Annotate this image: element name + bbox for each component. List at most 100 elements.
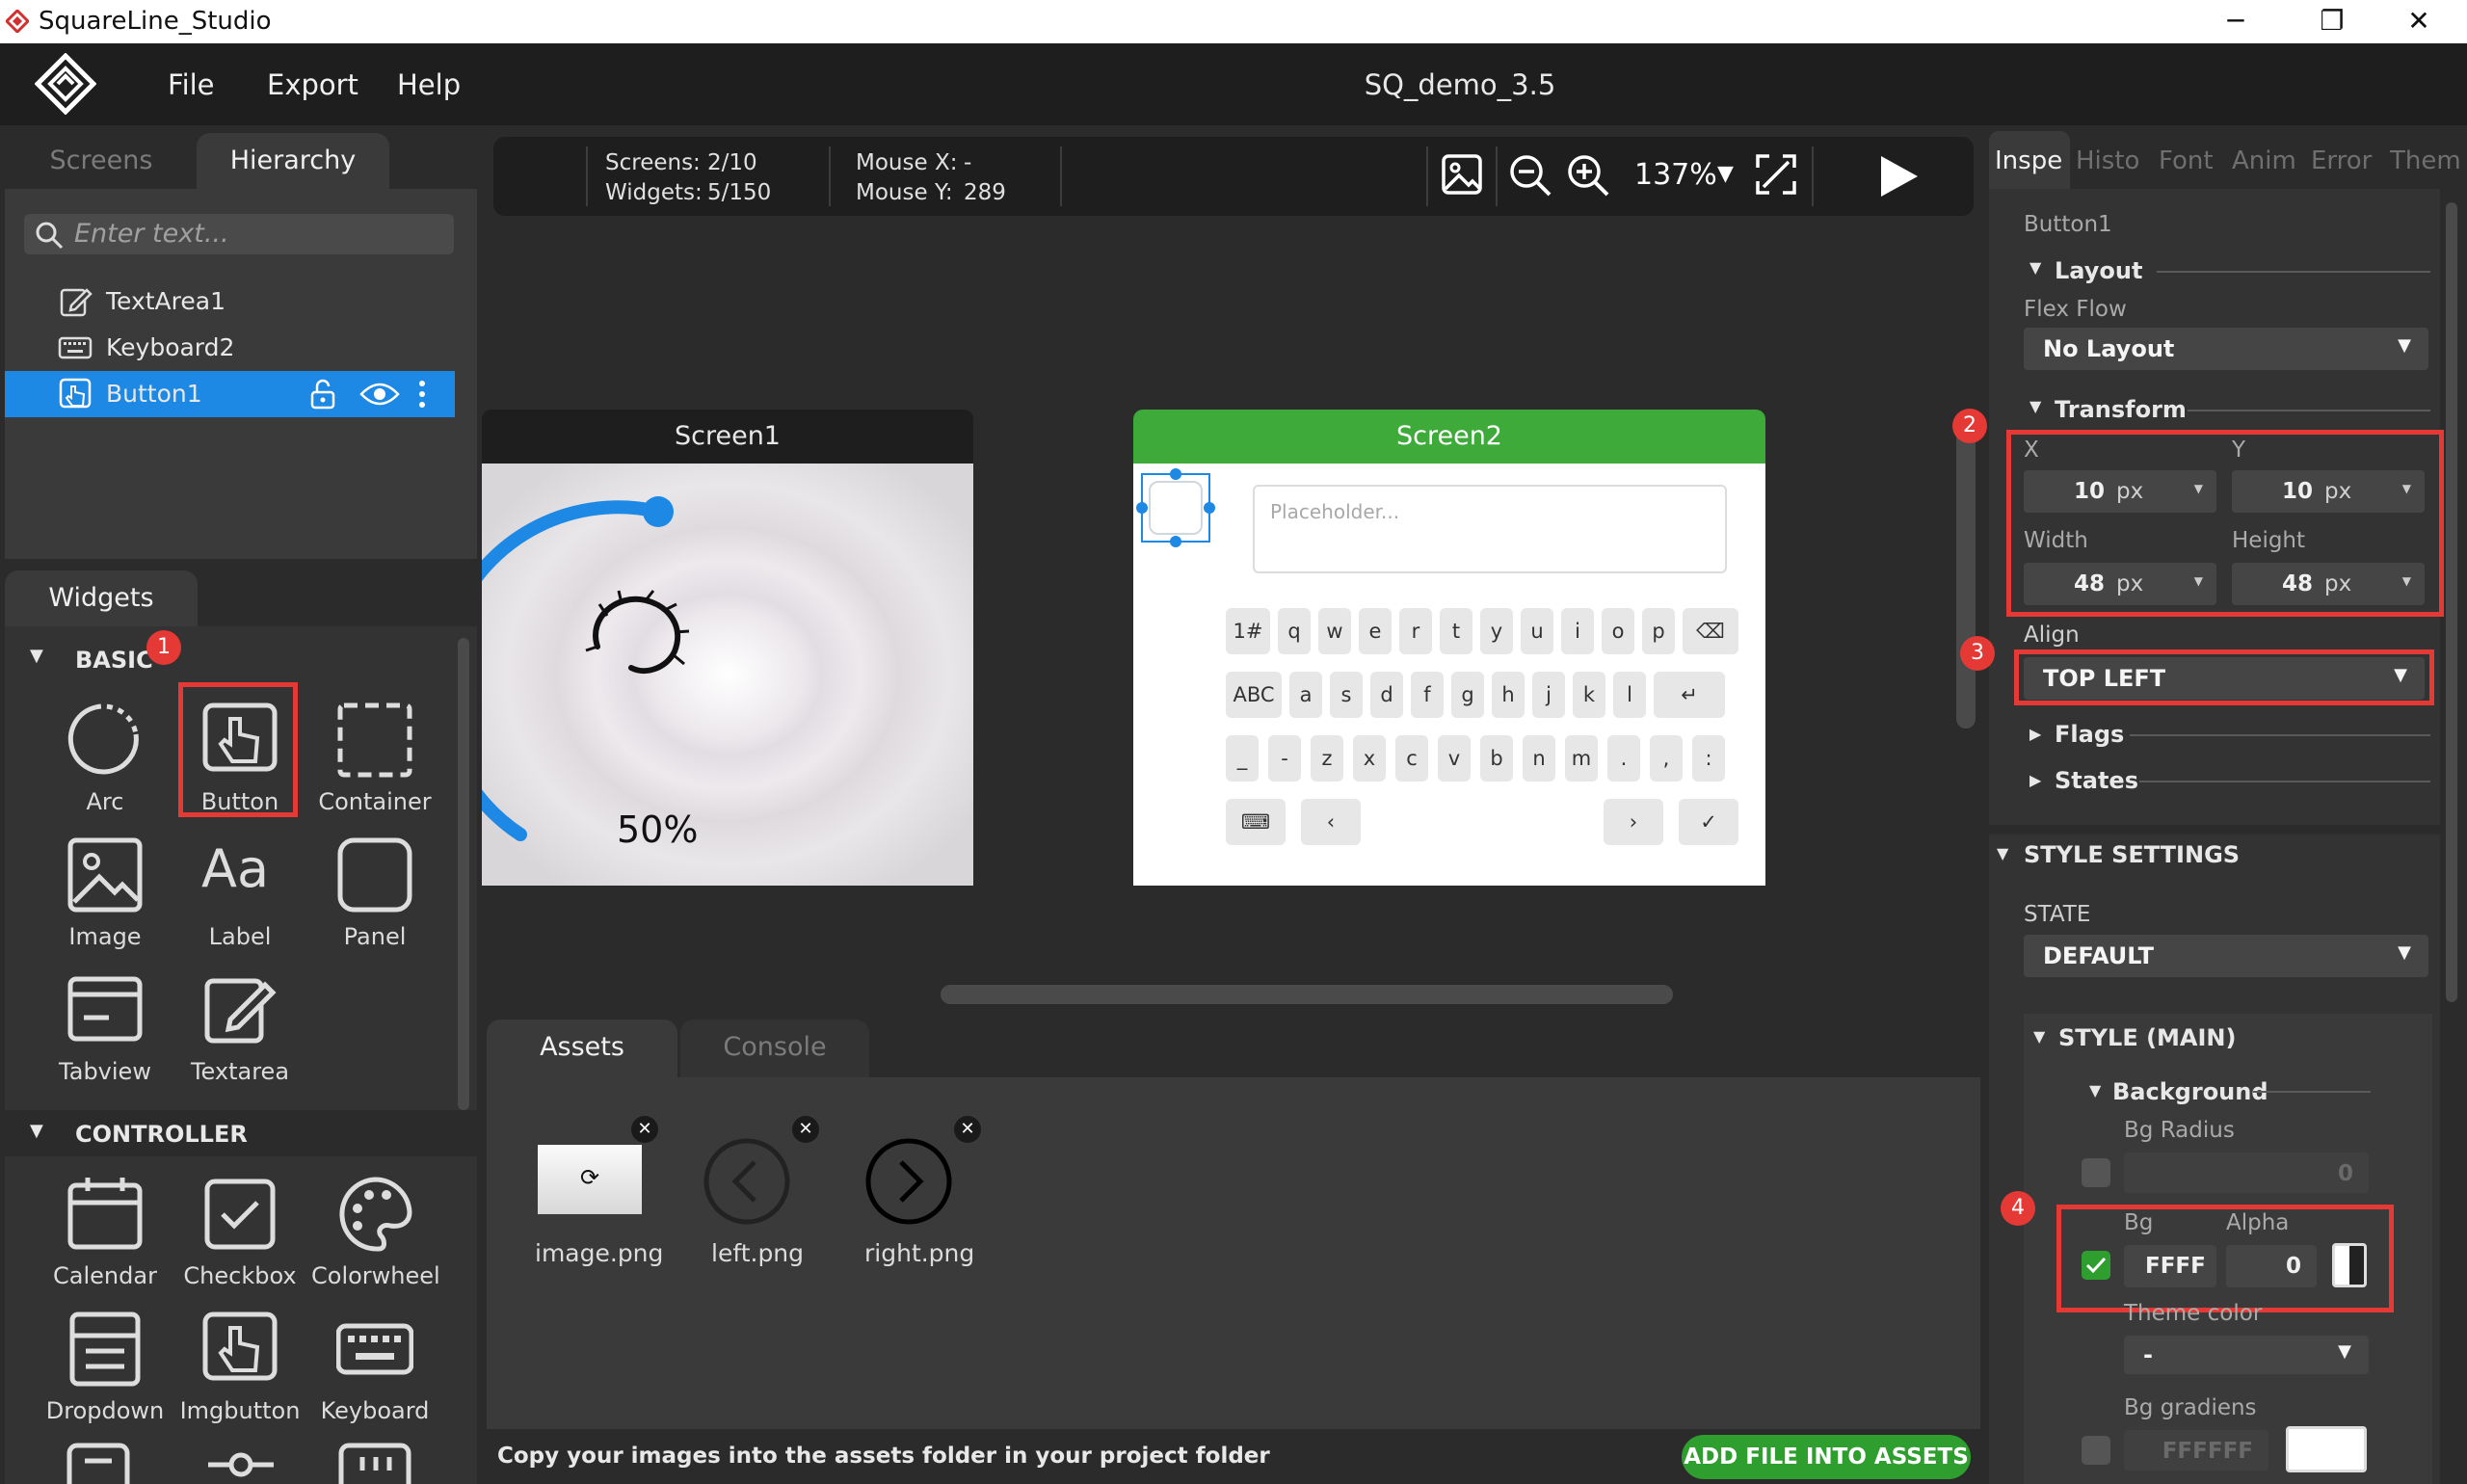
bg-gradient-checkbox[interactable] xyxy=(2082,1436,2110,1465)
screen1-header[interactable]: Screen1 xyxy=(482,410,973,464)
keyboard-key[interactable]: z xyxy=(1311,735,1343,782)
more-vertical-icon[interactable] xyxy=(417,379,427,410)
keyboard-key[interactable]: i xyxy=(1561,608,1594,654)
resize-handle-bottom[interactable] xyxy=(1170,536,1181,547)
zoom-dropdown-arrow-icon[interactable]: ▼ xyxy=(1717,162,1734,186)
keyboard-preview[interactable]: 1# q w e r t y u i o p ⌫ ABC a s d f g h j k l ↵ _ - z x c v b n m.,: ⌨ ‹… xyxy=(1226,608,1738,868)
left-arrow-asset-icon[interactable] xyxy=(701,1135,793,1228)
collapse-triangle-icon[interactable]: ▼ xyxy=(2029,397,2041,415)
controller-section-header[interactable]: ▼ CONTROLLER xyxy=(5,1110,477,1156)
button1-preview[interactable] xyxy=(1149,481,1203,535)
y-input[interactable]: 10 px ▼ xyxy=(2232,470,2425,513)
widget-imgbutton[interactable]: Imgbutton xyxy=(176,1299,304,1434)
zoom-in-icon[interactable] xyxy=(1565,152,1611,199)
canvas-horizontal-scrollbar[interactable] xyxy=(941,985,1673,1004)
keyboard-key[interactable]: ⌨ xyxy=(1226,799,1286,845)
widget-keyboard[interactable]: Keyboard xyxy=(311,1299,438,1434)
x-input[interactable]: 10 px ▼ xyxy=(2024,470,2216,513)
expand-triangle-icon[interactable]: ▶ xyxy=(2029,725,2041,743)
keyboard-key[interactable]: h xyxy=(1492,672,1525,718)
widget-label-type[interactable]: Aa Label xyxy=(176,825,304,960)
tab-theme[interactable]: Them xyxy=(2390,146,2461,175)
collapse-triangle-icon[interactable]: ▼ xyxy=(2089,1081,2101,1100)
expand-triangle-icon[interactable]: ▶ xyxy=(2029,771,2041,789)
keyboard-key[interactable]: - xyxy=(1268,735,1301,782)
widget-image[interactable]: Image xyxy=(41,825,169,960)
widget-container[interactable]: Container xyxy=(311,690,438,825)
basic-section-header[interactable]: ▼ BASIC xyxy=(5,636,448,682)
keyboard-key[interactable]: w xyxy=(1318,608,1351,654)
asset-thumb-image[interactable]: ⟳ xyxy=(538,1145,642,1214)
maximize-button[interactable]: ❐ xyxy=(2303,4,2361,39)
minimize-button[interactable]: ─ xyxy=(2207,4,2265,39)
keyboard-key[interactable]: o xyxy=(1602,608,1634,654)
keyboard-key[interactable]: b xyxy=(1480,735,1513,782)
zoom-out-icon[interactable] xyxy=(1507,152,1553,199)
keyboard-key[interactable]: x xyxy=(1353,735,1386,782)
keyboard-key[interactable]: q xyxy=(1278,608,1311,654)
keyboard-key[interactable]: ‹ xyxy=(1301,799,1361,845)
keyboard-key[interactable]: u xyxy=(1521,608,1553,654)
background-image-icon[interactable] xyxy=(1440,152,1484,197)
tab-widgets[interactable]: Widgets xyxy=(5,570,198,626)
flags-section-label[interactable]: Flags xyxy=(2055,721,2124,748)
collapse-triangle-icon[interactable]: ▼ xyxy=(2029,258,2041,277)
tab-inspector[interactable]: Inspe xyxy=(1995,146,2062,175)
menu-export[interactable]: Export xyxy=(267,68,358,101)
keyboard-key[interactable]: , xyxy=(1650,735,1683,782)
style-settings-label[interactable]: STYLE SETTINGS xyxy=(2024,841,2240,868)
screen2-header[interactable]: Screen2 xyxy=(1133,410,1765,464)
keyboard-key[interactable]: e xyxy=(1359,608,1392,654)
widget-colorwheel[interactable]: Colorwheel xyxy=(311,1164,440,1299)
keyboard-key[interactable]: › xyxy=(1604,799,1663,845)
keyboard-key[interactable]: d xyxy=(1370,672,1403,718)
inspector-scrollbar[interactable] xyxy=(2446,202,2457,1002)
keyboard-key[interactable]: 1# xyxy=(1226,608,1270,654)
keyboard-key[interactable]: j xyxy=(1532,672,1565,718)
tab-console[interactable]: Console xyxy=(680,1020,869,1077)
remove-asset-icon[interactable]: ✕ xyxy=(954,1116,981,1143)
keyboard-key[interactable]: . xyxy=(1607,735,1640,782)
state-dropdown[interactable]: DEFAULT ▼ xyxy=(2024,935,2428,977)
states-section-label[interactable]: States xyxy=(2055,767,2138,794)
screen2-canvas[interactable]: Placeholder... 1# q w e r t y u i o p ⌫ ABC a s d f g h j k l… xyxy=(1133,464,1765,886)
collapse-triangle-icon[interactable]: ▼ xyxy=(1997,844,2008,862)
keyboard-key[interactable]: s xyxy=(1330,672,1363,718)
remove-asset-icon[interactable]: ✕ xyxy=(631,1116,658,1143)
bg-radius-input[interactable]: 0 xyxy=(2124,1153,2369,1193)
close-button[interactable]: ✕ xyxy=(2390,4,2448,39)
screen1-canvas[interactable]: 50% xyxy=(482,464,973,886)
hierarchy-search-input[interactable]: Enter text... xyxy=(24,214,454,254)
hierarchy-item-keyboard2[interactable]: Keyboard2 xyxy=(5,325,455,371)
alpha-input[interactable]: 0 xyxy=(2226,1245,2317,1287)
keyboard-key[interactable]: l xyxy=(1613,672,1646,718)
tab-font[interactable]: Font xyxy=(2159,146,2214,175)
widget-tabview[interactable]: Tabview xyxy=(41,960,169,1095)
keyboard-key[interactable]: _ xyxy=(1226,735,1259,782)
keyboard-key[interactable]: ✓ xyxy=(1679,799,1738,845)
theme-color-dropdown[interactable]: - ▼ xyxy=(2124,1336,2369,1374)
widget-calendar[interactable]: Calendar xyxy=(41,1164,169,1299)
keyboard-key[interactable]: ABC xyxy=(1226,672,1282,718)
squareline-logo-icon[interactable] xyxy=(35,53,96,115)
width-input[interactable]: 48 px ▼ xyxy=(2024,563,2216,605)
keyboard-key[interactable]: g xyxy=(1451,672,1484,718)
remove-asset-icon[interactable]: ✕ xyxy=(792,1116,819,1143)
widget-panel[interactable]: Panel xyxy=(311,825,438,960)
widget-dropdown[interactable]: Dropdown xyxy=(41,1299,169,1434)
bg-color-swatch[interactable] xyxy=(2332,1243,2367,1287)
bg-gradient-input[interactable]: FFFFFF xyxy=(2124,1430,2268,1471)
tab-hierarchy[interactable]: Hierarchy xyxy=(197,133,389,189)
menu-file[interactable]: File xyxy=(168,68,215,101)
lock-open-icon[interactable] xyxy=(308,379,337,410)
keyboard-key[interactable]: n xyxy=(1523,735,1555,782)
menu-help[interactable]: Help xyxy=(397,68,461,101)
keyboard-key[interactable]: t xyxy=(1440,608,1472,654)
right-arrow-asset-icon[interactable] xyxy=(862,1135,955,1228)
resize-handle-left[interactable] xyxy=(1136,502,1148,514)
add-file-into-assets-button[interactable]: ADD FILE INTO ASSETS xyxy=(1682,1435,1971,1479)
play-icon[interactable] xyxy=(1875,152,1922,200)
resize-handle-top[interactable] xyxy=(1170,468,1181,480)
tab-assets[interactable]: Assets xyxy=(487,1020,677,1077)
fit-screen-icon[interactable] xyxy=(1754,152,1798,197)
